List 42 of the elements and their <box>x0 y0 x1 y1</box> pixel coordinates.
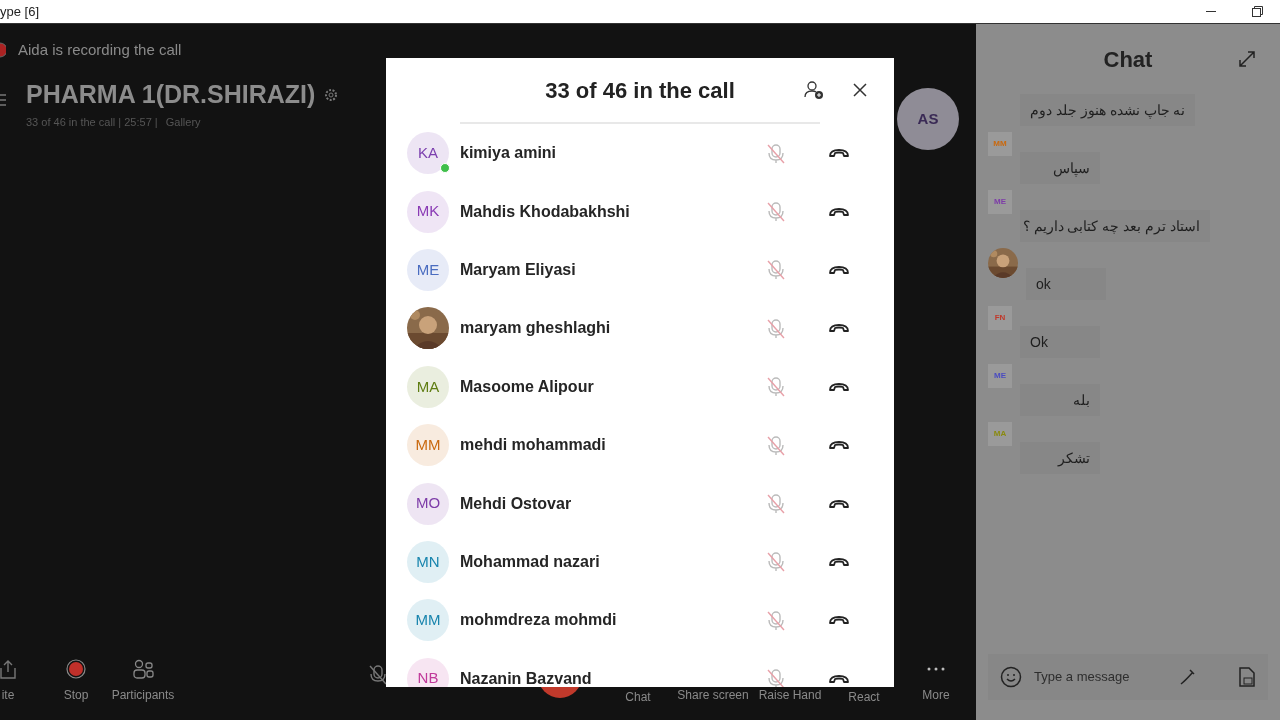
chat-title: Chat <box>1103 45 1153 74</box>
participant-name: Mohammad nazari <box>460 551 601 572</box>
participant-name: Maryam Eliyasi <box>460 259 577 280</box>
avatar: MA <box>988 422 1012 446</box>
avatar: MN <box>407 540 449 583</box>
toolbar-button[interactable]: Share screen <box>675 658 751 704</box>
message-bubble: سپاس <box>1020 152 1100 184</box>
avatar: MM <box>407 599 449 642</box>
avatar: KA <box>407 132 449 175</box>
message-bubble: استاد ترم بعد چه کتابی داریم ؟ <box>1020 210 1210 242</box>
participant-name: Mahdis Khodabakhshi <box>460 201 631 222</box>
avatar: MO <box>407 482 449 525</box>
message-bubble: بله <box>1020 384 1100 416</box>
call-title: PHARMA 1(DR.SHIRAZI) <box>26 79 316 110</box>
message-bubble: تشکر <box>1020 442 1100 474</box>
avatar: MM <box>988 132 1012 156</box>
avatar: FN <box>988 306 1012 330</box>
participant-name: maryam gheshlaghi <box>460 318 612 339</box>
avatar: ME <box>988 190 1012 214</box>
recording-text: Aida is recording the call <box>18 39 182 60</box>
participant-name: Mehdi Ostovar <box>460 493 573 514</box>
participant-name: kimiya amini <box>460 143 558 164</box>
message-bubble: نه جاپ نشده هنوز جلد دوم <box>1020 94 1196 126</box>
call-info: 33 of 46 in the call | 25:57 | <box>26 114 158 130</box>
dialog-title: 33 of 46 in the call <box>545 76 735 105</box>
participant-name: mehdi mohammadi <box>460 435 607 456</box>
message-bubble: ok <box>1026 268 1106 300</box>
avatar: MA <box>407 365 449 408</box>
avatar: MK <box>407 190 449 233</box>
self-avatar: AS <box>897 88 959 150</box>
avatar: MM <box>407 424 449 467</box>
message-bubble: Ok <box>1020 326 1100 358</box>
window-title: ype [6] <box>0 2 40 21</box>
avatar: ME <box>988 364 1012 388</box>
avatar: ME <box>407 248 449 291</box>
participant-name: Masoome Alipour <box>460 376 595 397</box>
toolbar-button[interactable]: More <box>898 658 974 704</box>
message-input[interactable]: Type a message <box>1034 667 1154 687</box>
toolbar-button[interactable]: Raise Hand <box>752 658 828 704</box>
participant-name: Nazanin Bazvand <box>460 668 593 687</box>
participant-name: mohmdreza mohmdi <box>460 610 618 631</box>
avatar: NB <box>407 657 449 687</box>
